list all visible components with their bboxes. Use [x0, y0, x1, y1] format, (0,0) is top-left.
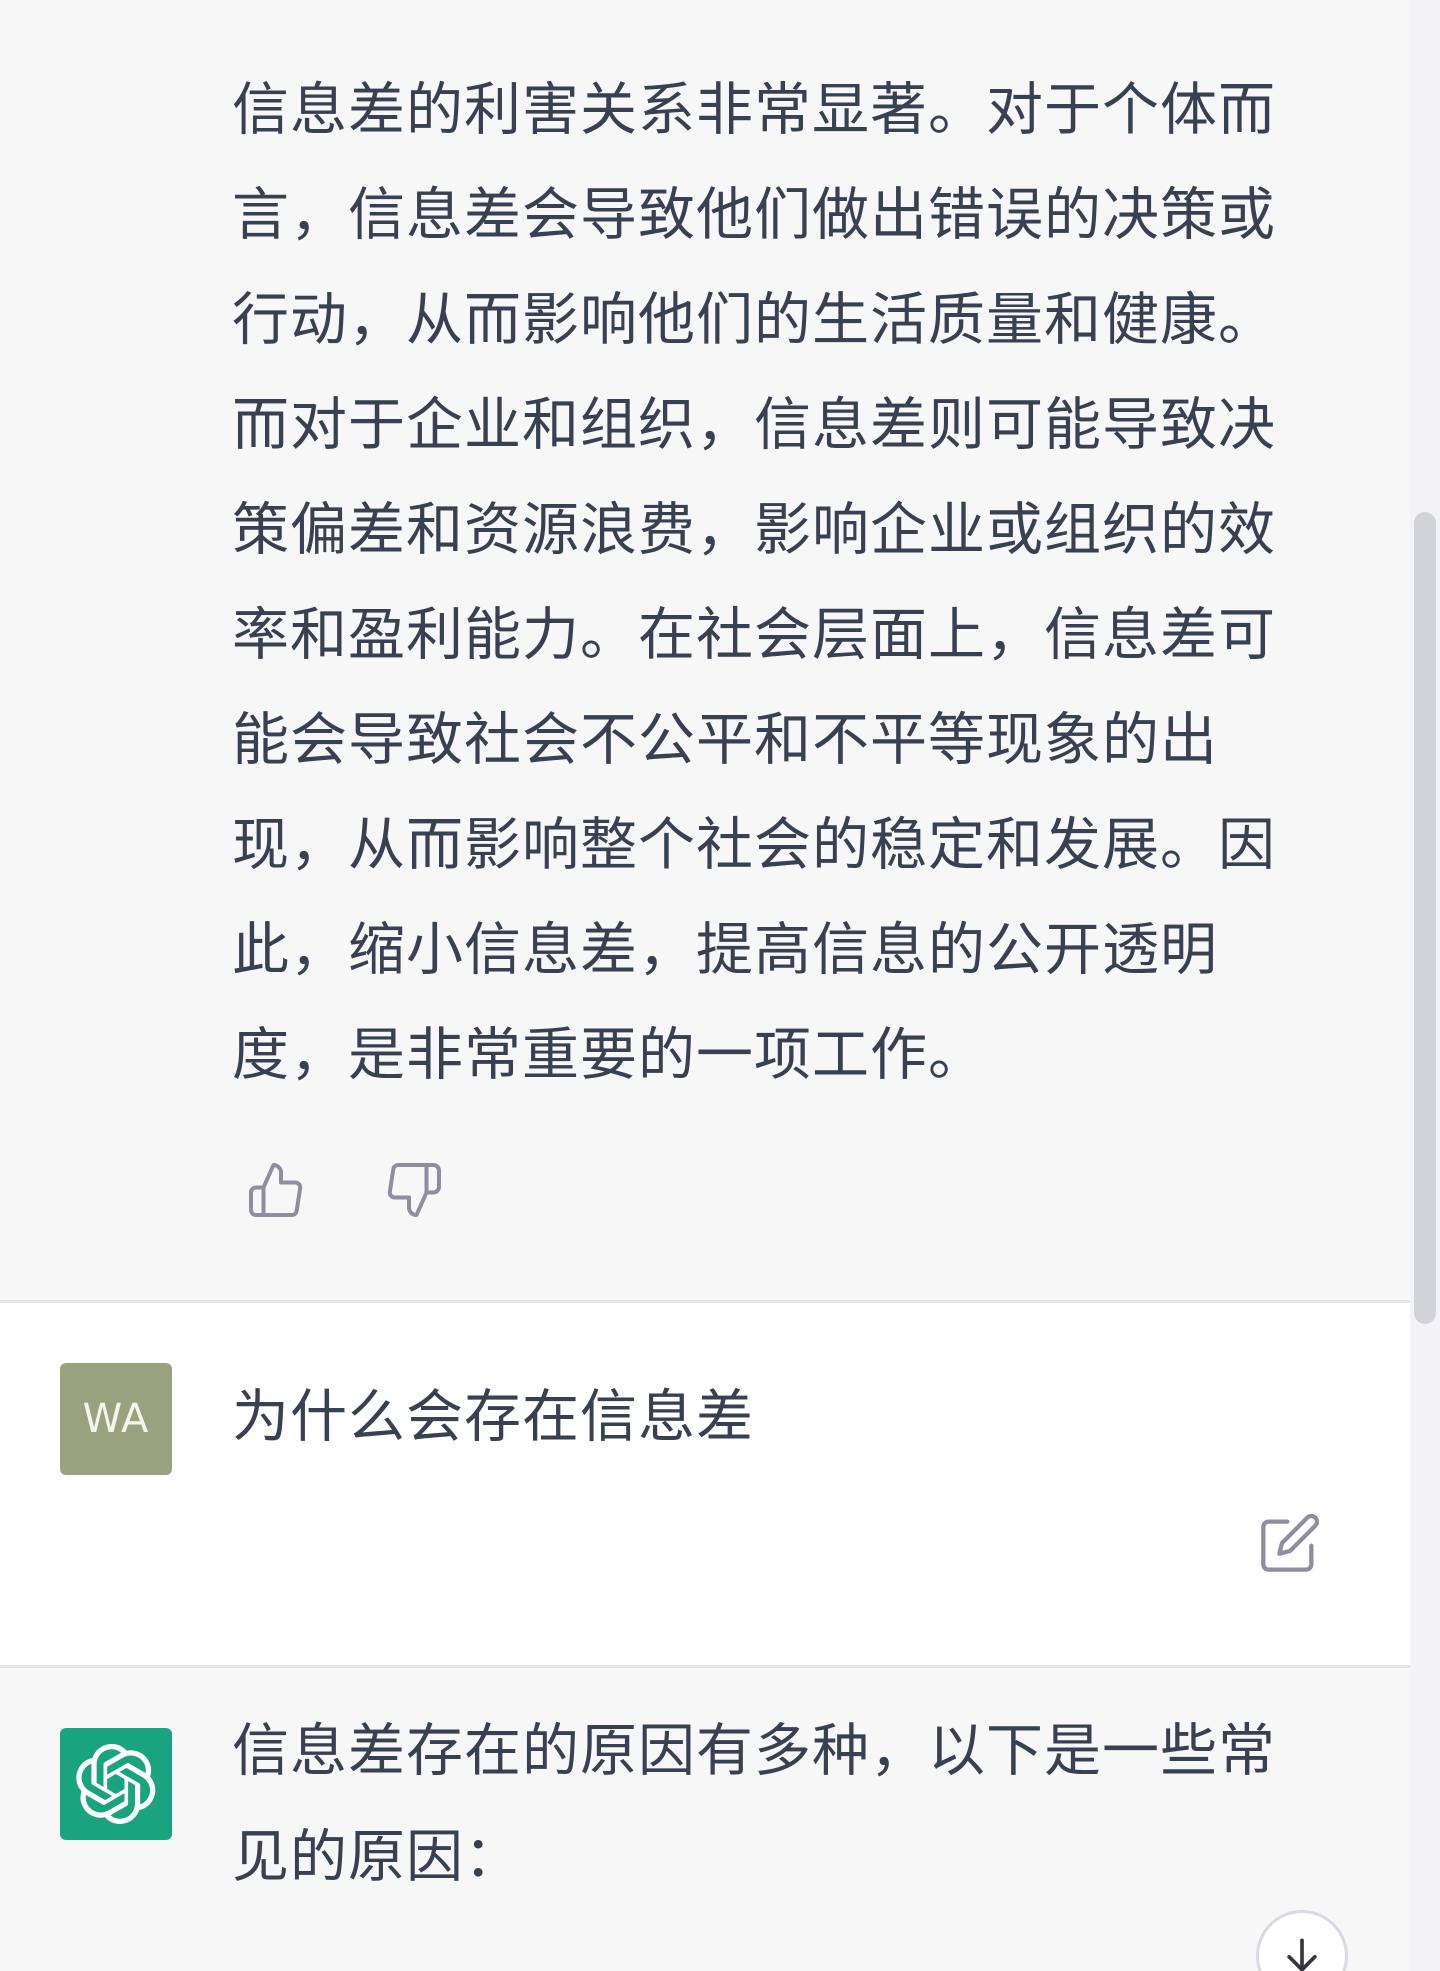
- assistant-message-current: 信息差存在的原因有多种，以下是一些常 见的原因：: [0, 1668, 1410, 1971]
- scrollbar-thumb[interactable]: [1414, 512, 1436, 1324]
- assistant-avatar: [60, 1728, 172, 1840]
- edit-icon: [1261, 1513, 1320, 1572]
- user-avatar: WA: [60, 1363, 172, 1475]
- thumbs-up-button[interactable]: [246, 1160, 306, 1220]
- edit-message-button[interactable]: [1258, 1511, 1322, 1575]
- user-message-text: 为什么会存在信息差: [232, 1384, 754, 1450]
- assistant-message-previous: 信息差的利害关系非常显著。对于个体而 言，信息差会导致他们做出错误的决策或 行动…: [0, 0, 1410, 1303]
- openai-logo-icon: [76, 1743, 156, 1824]
- assistant-message-text: 信息差存在的原因有多种，以下是一些常 见的原因：: [232, 1718, 1276, 1890]
- chat-page: 信息差的利害关系非常显著。对于个体而 言，信息差会导致他们做出错误的决策或 行动…: [0, 0, 1440, 1971]
- assistant-message-text: 信息差的利害关系非常显著。对于个体而 言，信息差会导致他们做出错误的决策或 行动…: [232, 77, 1276, 1088]
- thumbs-down-icon: [387, 1163, 441, 1217]
- feedback-buttons: [246, 1160, 444, 1220]
- user-message: WA 为什么会存在信息差: [0, 1303, 1410, 1668]
- thumbs-down-button[interactable]: [384, 1160, 444, 1220]
- thumbs-up-icon: [249, 1163, 303, 1217]
- arrow-down-icon: [1287, 1938, 1317, 1971]
